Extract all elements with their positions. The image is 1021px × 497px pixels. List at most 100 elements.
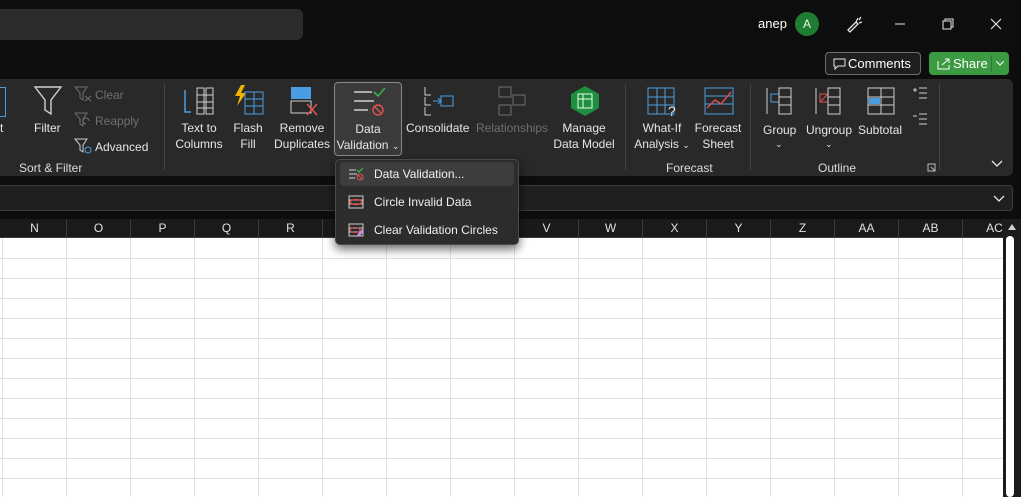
chevron-down-icon[interactable]: ⌄ <box>825 136 833 152</box>
comments-button[interactable]: Comments <box>825 52 921 75</box>
flash-fill-icon <box>235 85 264 115</box>
column-header-v[interactable]: V <box>515 219 579 238</box>
ribbon-separator <box>625 84 626 170</box>
what-if-analysis-button[interactable]: What-If Analysis ⌄ <box>632 120 692 153</box>
data-validation-button[interactable]: Data Validation ⌄ <box>334 82 402 156</box>
designer-icon[interactable] <box>836 8 872 40</box>
column-header-z[interactable]: Z <box>771 219 835 238</box>
share-icon <box>937 58 950 70</box>
show-detail-icon[interactable] <box>912 86 928 100</box>
column-header-n[interactable]: N <box>3 219 67 238</box>
reapply-icon <box>74 112 90 127</box>
chevron-down-icon[interactable] <box>996 61 1004 66</box>
clear-button[interactable]: Clear <box>95 87 124 103</box>
manage-data-model-button[interactable]: Manage Data Model <box>551 120 617 152</box>
sort-label-partial[interactable]: t <box>0 120 3 136</box>
dialog-launcher-icon[interactable] <box>927 163 936 172</box>
grid-row-line <box>0 278 1003 279</box>
menu-item-label: Circle Invalid Data <box>374 195 472 209</box>
relationships-button[interactable]: Relationships <box>476 120 548 136</box>
grid-row-line <box>0 438 1003 439</box>
forecast-group-label: Forecast <box>666 161 713 175</box>
flash-fill-line2: Fill <box>240 137 256 151</box>
share-button[interactable]: Share <box>929 52 1009 75</box>
what-if-line2: Analysis ⌄ <box>632 136 692 153</box>
remove-duplicates-button[interactable]: Remove Duplicates <box>272 120 332 152</box>
data-validation-line2: Validation ⌄ <box>335 137 401 154</box>
grid-row-line <box>0 378 1003 379</box>
remove-duplicates-line2: Duplicates <box>273 137 331 151</box>
filter-icon <box>33 86 63 116</box>
what-if-line1: What-If <box>642 121 682 135</box>
scroll-up-icon[interactable] <box>1008 224 1016 230</box>
avatar[interactable]: A <box>795 12 819 36</box>
reapply-button[interactable]: Reapply <box>95 113 139 129</box>
subtotal-button[interactable]: Subtotal <box>858 122 902 138</box>
column-header-r[interactable]: R <box>259 219 323 238</box>
column-header-p[interactable]: P <box>131 219 195 238</box>
manage-data-model-line1: Manage <box>562 121 606 135</box>
menu-item-data-validation[interactable]: Data Validation... <box>340 162 514 186</box>
grid-row-line <box>0 258 1003 259</box>
column-header-ab[interactable]: AB <box>899 219 963 238</box>
column-header-o[interactable]: O <box>67 219 131 238</box>
hide-detail-icon[interactable] <box>912 112 928 126</box>
search-box[interactable] <box>0 9 303 40</box>
ribbon-separator <box>164 84 165 170</box>
ungroup-icon <box>815 87 841 115</box>
menu-item-label: Clear Validation Circles <box>374 223 498 237</box>
comment-icon <box>833 58 846 70</box>
menu-item-clear-validation-circles[interactable]: Clear Validation Circles <box>340 218 514 242</box>
scroll-thumb[interactable] <box>1006 236 1014 497</box>
sort-icon <box>0 87 6 117</box>
restore-icon[interactable] <box>930 8 966 40</box>
data-validation-label: Data Validation ⌄ <box>335 121 401 154</box>
grid-row-line <box>0 398 1003 399</box>
text-to-columns-line1: Text to <box>181 121 217 135</box>
grid-row-line <box>0 358 1003 359</box>
user-name: anep <box>758 16 787 31</box>
text-to-columns-icon <box>184 87 214 115</box>
filter-button[interactable]: Filter <box>34 120 61 136</box>
consolidate-button[interactable]: Consolidate <box>406 120 469 136</box>
forecast-sheet-button[interactable]: Forecast Sheet <box>694 120 742 152</box>
manage-data-model-line2: Data Model <box>553 137 615 151</box>
column-header-x[interactable]: X <box>643 219 707 238</box>
consolidate-icon <box>424 87 454 116</box>
forecast-sheet-line2: Sheet <box>702 137 734 151</box>
text-to-columns-button[interactable]: Text to Columns <box>175 120 223 152</box>
outline-group-label: Outline <box>818 161 857 175</box>
collapse-ribbon-icon[interactable] <box>991 160 1003 168</box>
data-validation-icon <box>354 87 386 116</box>
circle-invalid-icon <box>348 195 364 209</box>
data-validation-line2-text: Validation <box>336 138 389 152</box>
menu-item-circle-invalid-data[interactable]: Circle Invalid Data <box>340 190 514 214</box>
worksheet-grid[interactable] <box>0 238 1003 497</box>
remove-duplicates-icon <box>290 87 318 116</box>
svg-text:?: ? <box>668 103 676 118</box>
close-icon[interactable] <box>978 8 1014 40</box>
ribbon-separator <box>750 84 751 170</box>
column-header-q[interactable]: Q <box>195 219 259 238</box>
comments-label: Comments <box>848 56 911 71</box>
what-if-analysis-icon: ? <box>647 87 676 118</box>
grid-row-line <box>0 478 1003 479</box>
grid-row-line <box>0 298 1003 299</box>
grid-row-line <box>0 338 1003 339</box>
flash-fill-line1: Flash <box>233 121 263 135</box>
expand-formula-bar-icon[interactable] <box>993 195 1005 203</box>
grid-row-line <box>0 458 1003 459</box>
advanced-filter-icon <box>74 138 92 154</box>
advanced-button[interactable]: Advanced <box>95 139 148 155</box>
chevron-down-icon[interactable]: ⌄ <box>775 136 783 152</box>
text-to-columns-line2: Columns <box>175 137 223 151</box>
column-header-y[interactable]: Y <box>707 219 771 238</box>
column-header-w[interactable]: W <box>579 219 643 238</box>
minimize-icon[interactable] <box>882 8 918 40</box>
data-validation-menu: Data Validation... Circle Invalid Data C… <box>335 159 519 245</box>
data-validation-line1: Data <box>355 122 381 136</box>
column-header-aa[interactable]: AA <box>835 219 899 238</box>
title-bar: anep A <box>0 0 1021 48</box>
flash-fill-button[interactable]: Flash Fill <box>228 120 268 152</box>
remove-duplicates-line1: Remove <box>279 121 325 135</box>
